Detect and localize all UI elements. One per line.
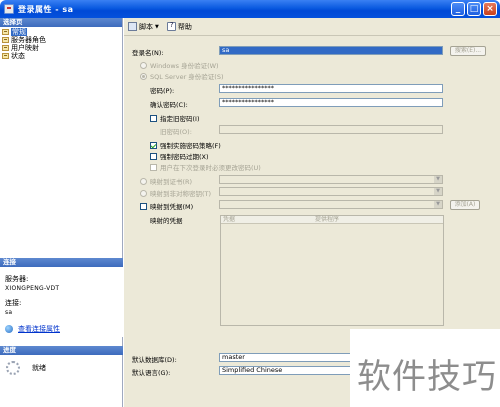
view-connection-properties-link[interactable]: 查看连接属性 [5,324,118,334]
toolbar: 脚本 ▼ 帮助 [124,18,500,36]
maximize-button[interactable]: □ [467,2,481,16]
password-input[interactable]: **************** [219,84,443,93]
window-app-icon [4,4,14,14]
title-bar: 登录属性 - sa _ □ × [0,0,500,18]
certificate-select[interactable]: ▼ [219,175,443,184]
progress-status: 就绪 [32,364,46,372]
chevron-down-icon: ▼ [155,23,159,30]
password-label: 密码(P): [150,87,175,95]
help-button[interactable]: 帮助 [166,21,192,32]
login-name-input[interactable]: sa [219,46,443,55]
radio-circle [140,189,147,197]
script-icon [128,22,137,31]
help-label: 帮助 [177,22,192,31]
radio-circle [140,72,147,80]
progress-spinner-icon [6,361,20,375]
left-panel: 选择页 常规 服务器角色 用户映射 状态 连接 服务器: XIONGPENG-V… [0,18,123,407]
progress-section: 进度 就绪 [0,346,123,381]
sql-auth-radio[interactable]: SQL Server 身份验证(S) [140,71,224,81]
connection-label: 连接: [5,299,22,307]
add-credential-button[interactable]: 添加(A) [450,200,480,210]
chevron-down-icon: ▼ [434,176,442,183]
checkbox-box [150,141,157,149]
script-button[interactable]: 脚本 ▼ [128,22,159,32]
column-header-provider[interactable]: 提供程序 [313,216,443,223]
radio-circle [140,177,147,185]
chevron-down-icon: ▼ [434,201,442,208]
column-header-credential[interactable]: 凭据 [221,216,313,223]
old-password-input[interactable] [219,125,443,134]
mapped-credentials-table[interactable]: 凭据 提供程序 [220,215,444,326]
watermark-overlay: 软件技巧 [350,329,500,407]
mapped-credentials-label: 映射的凭据 [150,217,183,225]
default-database-label: 默认数据库(D): [132,356,177,364]
page-item-general[interactable]: 常规 [2,28,120,36]
confirm-password-label: 确认密码(C): [150,101,188,109]
page-item-label: 常规 [11,28,27,36]
page-item-status[interactable]: 状态 [2,52,120,60]
asymmetric-key-select[interactable]: ▼ [219,187,443,196]
page-icon [2,53,9,59]
confirm-password-input[interactable]: **************** [219,98,443,107]
page-item-label: 服务器角色 [11,36,46,44]
checkbox-box [150,114,157,122]
page-icon [2,37,9,43]
connection-header: 连接 [0,258,123,267]
search-button[interactable]: 搜索(E)... [450,46,486,56]
table-header: 凭据 提供程序 [221,216,443,224]
map-asymmetric-key-radio[interactable]: 映射到非对称密钥(T) [140,188,211,198]
map-credential-checkbox[interactable]: 映射到凭据(M) [140,201,193,211]
enforce-policy-checkbox[interactable]: 强制实施密码策略(F) [150,140,221,150]
minimize-button[interactable]: _ [451,2,465,16]
page-icon [2,45,9,51]
windows-auth-radio[interactable]: Windows 身份验证(W) [140,60,219,70]
map-certificate-radio[interactable]: 映射到证书(R) [140,176,192,186]
script-label: 脚本 [139,22,153,31]
page-item-user-mapping[interactable]: 用户映射 [2,44,120,52]
help-icon [166,21,176,31]
chevron-down-icon: ▼ [434,188,442,195]
page-list: 常规 服务器角色 用户映射 状态 [0,27,122,61]
credential-select[interactable]: ▼ [219,200,443,209]
must-change-checkbox[interactable]: 用户在下次登录时必须更改密码(U) [150,162,261,172]
close-button[interactable]: × [483,2,497,16]
window-controls: _ □ × [451,2,497,16]
watermark-text: 软件技巧 [357,357,497,397]
page-item-label: 用户映射 [11,44,39,52]
connection-properties-icon [5,325,13,333]
default-language-label: 默认语言(G): [132,369,171,377]
checkbox-box [150,163,157,171]
page-item-label: 状态 [11,52,25,60]
page-icon [2,29,9,35]
select-page-header: 选择页 [0,18,122,27]
login-name-label: 登录名(N): [132,49,164,57]
progress-header: 进度 [0,346,123,355]
server-label: 服务器: [5,275,29,283]
specify-old-password-checkbox[interactable]: 指定旧密码(I) [150,113,200,123]
page-item-server-roles[interactable]: 服务器角色 [2,36,120,44]
server-value: XIONGPENG-VDT [5,285,60,292]
connection-section: 连接 服务器: XIONGPENG-VDT 连接: sa 查看连接属性 [0,258,123,337]
radio-circle [140,61,147,69]
window-title: 登录属性 - sa [18,4,74,14]
view-connection-properties-label: 查看连接属性 [18,325,60,333]
checkbox-box [140,202,147,210]
old-password-label: 旧密码(O): [160,128,192,136]
checkbox-box [150,152,157,160]
enforce-expiration-checkbox[interactable]: 强制密码过期(X) [150,151,209,161]
connection-value: sa [5,309,13,316]
